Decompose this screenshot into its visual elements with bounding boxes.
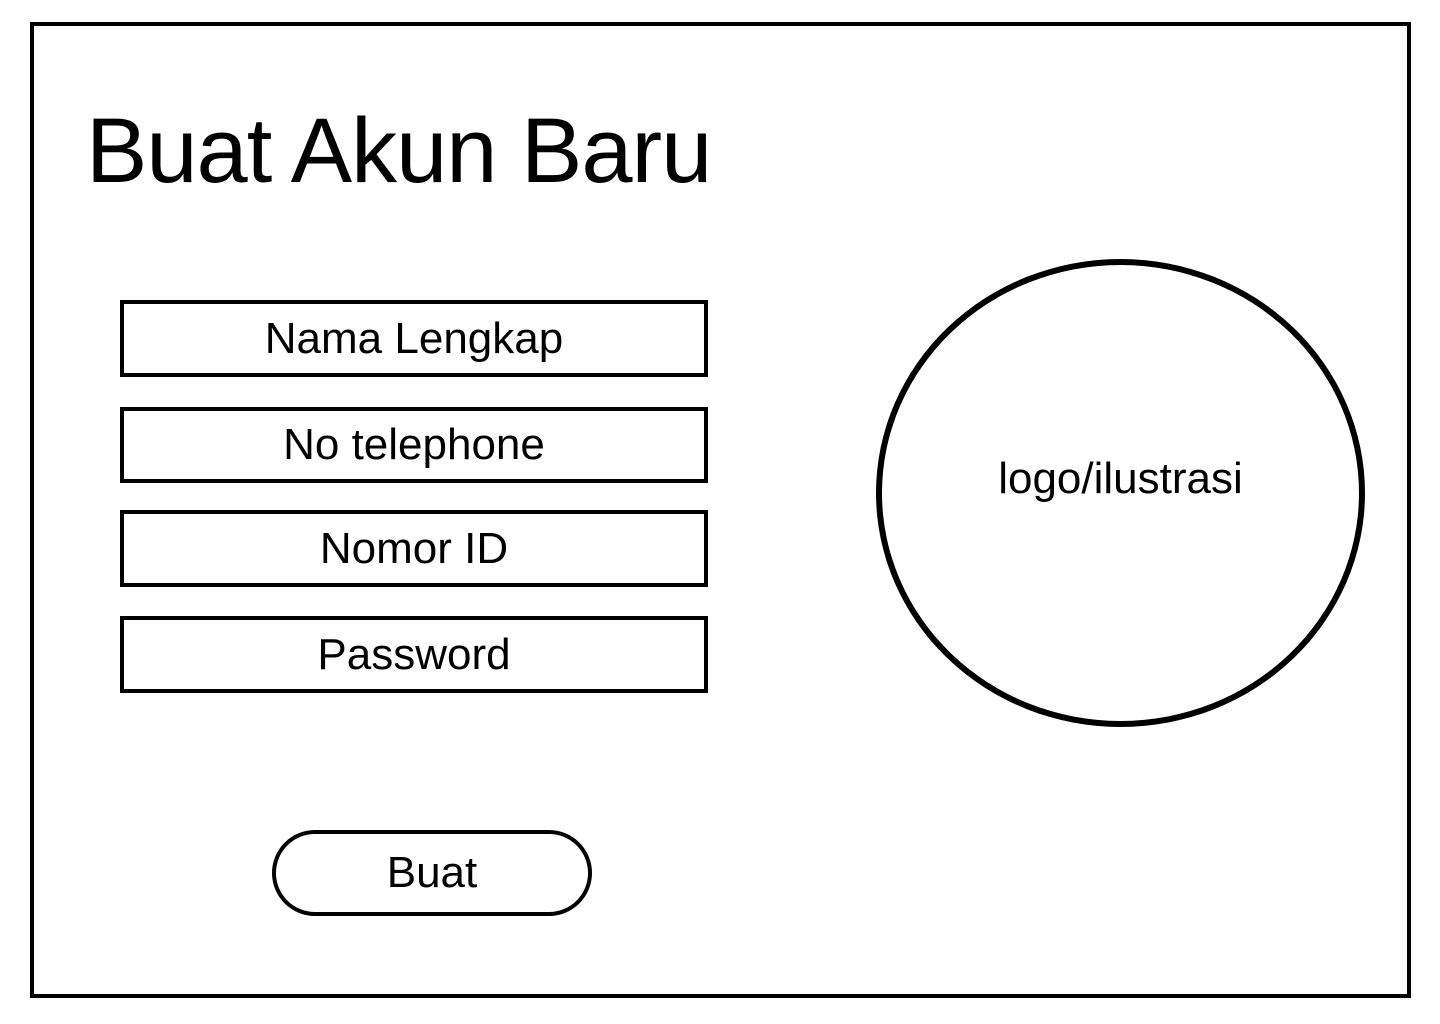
full-name-field[interactable]: Nama Lengkap — [120, 300, 708, 377]
password-field-label: Password — [317, 629, 511, 679]
create-account-button[interactable]: Buat — [272, 830, 592, 916]
logo-illustration-placeholder: logo/ilustrasi — [876, 259, 1365, 727]
screen-frame: Buat Akun Baru Nama Lengkap No telephone… — [30, 22, 1411, 998]
phone-number-field[interactable]: No telephone — [120, 407, 708, 483]
id-number-field-label: Nomor ID — [319, 523, 509, 573]
id-number-field[interactable]: Nomor ID — [120, 510, 708, 587]
page-title: Buat Akun Baru — [86, 100, 712, 202]
password-field[interactable]: Password — [120, 616, 708, 693]
logo-illustration-label: logo/ilustrasi — [998, 454, 1243, 503]
create-account-button-label: Buat — [386, 848, 478, 897]
phone-number-field-label: No telephone — [283, 420, 545, 469]
full-name-field-label: Nama Lengkap — [264, 313, 564, 363]
